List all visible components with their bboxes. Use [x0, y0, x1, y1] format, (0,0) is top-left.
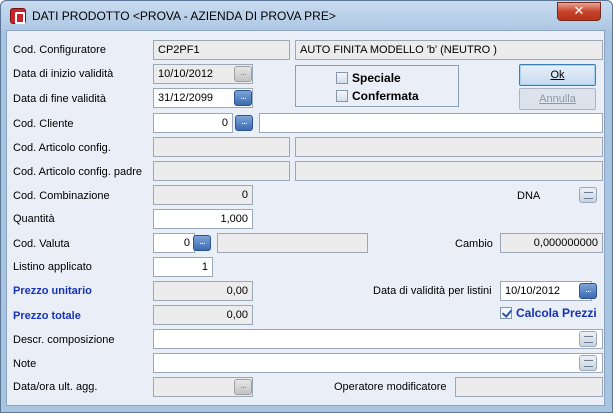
ok-button[interactable]: Ok [519, 64, 596, 86]
cod-valuta-field[interactable]: 0 [153, 233, 195, 253]
cod-cliente-description [259, 113, 603, 133]
window-title: DATI PRODOTTO <PROVA - AZIENDA DI PROVA … [32, 9, 336, 23]
app-icon [10, 8, 26, 24]
data-inizio-picker-button[interactable]: ... [234, 66, 252, 82]
cod-articolo-padre-field[interactable] [153, 161, 290, 181]
descr-composizione-list-button[interactable] [579, 331, 597, 347]
note-field[interactable] [153, 353, 603, 373]
close-button[interactable]: ✕ [557, 2, 601, 21]
cod-configuratore-field[interactable]: CP2PF1 [153, 40, 290, 60]
data-inizio-label: Data di inizio validità [13, 68, 114, 80]
annulla-button[interactable]: Annulla [519, 88, 596, 110]
prezzo-totale-label: Prezzo totale [13, 310, 81, 322]
data-fine-label: Data di fine validità [13, 93, 106, 105]
data-validita-listini-label: Data di validità per listini [373, 285, 492, 297]
cod-articolo-padre-label: Cod. Articolo config. padre [13, 166, 143, 178]
cod-configuratore-label: Cod. Configuratore [13, 44, 106, 56]
data-fine-picker-button[interactable]: ... [234, 90, 252, 106]
operatore-label: Operatore modificatore [334, 381, 447, 393]
cambio-field[interactable]: 0,000000000 [500, 233, 603, 253]
dna-label: DNA [517, 190, 541, 202]
dialog-client-area: Cod. Configuratore CP2PF1 AUTO FINITA MO… [6, 30, 605, 406]
ok-button-label: Ok [550, 69, 565, 81]
cod-cliente-lookup-button[interactable]: ... [235, 115, 253, 131]
quantita-field[interactable]: 1,000 [153, 209, 253, 229]
cod-cliente-field[interactable]: 0 [153, 113, 233, 133]
listino-label: Listino applicato [13, 261, 92, 273]
operatore-field[interactable] [455, 377, 603, 397]
cod-articolo-padre-description [295, 161, 603, 181]
annulla-button-label: Annulla [539, 93, 576, 105]
prezzo-totale-field[interactable]: 0,00 [153, 305, 253, 325]
cambio-label: Cambio [455, 238, 493, 250]
data-ora-agg-picker-button[interactable]: ... [234, 379, 252, 395]
calcola-prezzi-label: Calcola Prezzi [516, 306, 597, 320]
calcola-prezzi-checkbox[interactable] [500, 307, 512, 319]
listino-field[interactable]: 1 [153, 257, 213, 277]
cod-configuratore-description: AUTO FINITA MODELLO 'b' (NEUTRO ) [295, 40, 603, 60]
cod-articolo-label: Cod. Articolo config. [13, 142, 111, 154]
speciale-checkbox[interactable] [336, 72, 348, 84]
prezzo-unitario-field[interactable]: 0,00 [153, 281, 253, 301]
cod-articolo-description [295, 137, 603, 157]
descr-composizione-label: Descr. composizione [13, 334, 115, 346]
confermata-label: Confermata [352, 89, 419, 103]
cod-valuta-lookup-button[interactable]: ... [193, 235, 211, 251]
cod-valuta-label: Cod. Valuta [13, 238, 70, 250]
note-label: Note [13, 358, 37, 370]
title-bar: DATI PRODOTTO <PROVA - AZIENDA DI PROVA … [1, 1, 612, 31]
cod-articolo-field[interactable] [153, 137, 290, 157]
cod-valuta-description [217, 233, 368, 253]
confermata-checkbox[interactable] [336, 90, 348, 102]
data-validita-listini-picker-button[interactable]: ... [579, 283, 597, 299]
cod-combinazione-label: Cod. Combinazione [13, 190, 110, 202]
data-ora-agg-label: Data/ora ult. agg. [13, 381, 98, 393]
note-list-button[interactable] [579, 355, 597, 371]
dna-list-button[interactable] [579, 187, 597, 203]
prezzo-unitario-label: Prezzo unitario [13, 285, 92, 297]
descr-composizione-field[interactable] [153, 329, 603, 349]
cod-combinazione-field[interactable]: 0 [153, 185, 253, 205]
speciale-label: Speciale [352, 71, 401, 85]
cod-cliente-label: Cod. Cliente [13, 118, 74, 130]
quantita-label: Quantità [13, 213, 55, 225]
